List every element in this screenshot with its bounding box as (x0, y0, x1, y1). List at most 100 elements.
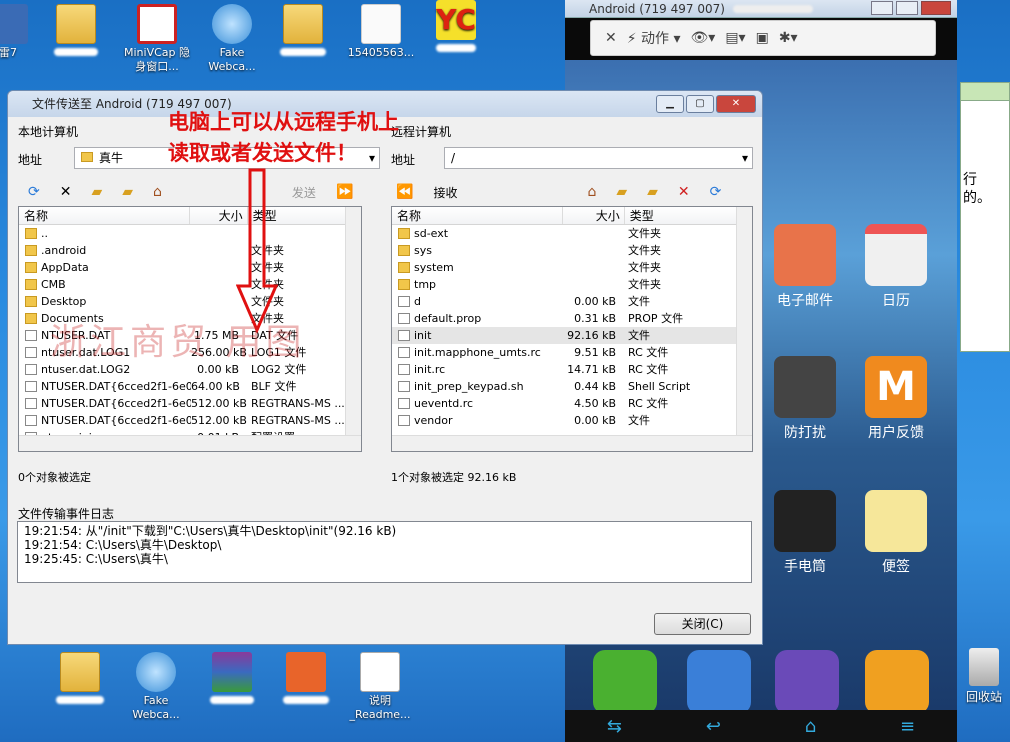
dock-contacts-icon[interactable] (687, 650, 751, 714)
app-flashlight[interactable]: 手电筒 (765, 490, 845, 576)
column-size[interactable]: 大小 (563, 207, 625, 224)
dock-browser-icon[interactable] (775, 650, 839, 714)
file-row[interactable]: d 0.00 kB 文件 (392, 293, 752, 310)
desktop-icon-image[interactable]: 15405563... (345, 4, 417, 60)
file-row[interactable]: tmp 文件夹 (392, 276, 752, 293)
desktop-icon-fake-webcam-2[interactable]: Fake Webca... (120, 652, 192, 722)
desktop-icon-label: 说明 _Readme... (349, 694, 411, 721)
folder-icon (25, 262, 37, 273)
file-row[interactable]: ueventd.rc 4.50 kB RC 文件 (392, 395, 752, 412)
file-row[interactable]: vendor 0.00 kB 文件 (392, 412, 752, 429)
close-icon[interactable] (921, 1, 951, 15)
scrollbar[interactable] (345, 207, 361, 451)
desktop-icon-fake-webcam[interactable]: Fake Webca... (196, 4, 268, 74)
file-row[interactable]: init.mapphone_umts.rc 9.51 kB RC 文件 (392, 344, 752, 361)
delete-icon[interactable]: ✕ (60, 184, 72, 200)
file-row[interactable]: sd-ext 文件夹 (392, 225, 752, 242)
file-row[interactable]: init_prep_keypad.sh 0.44 kB Shell Script (392, 378, 752, 395)
minimize-icon[interactable] (871, 1, 893, 15)
file-name: CMB (41, 278, 66, 291)
file-row[interactable]: default.prop 0.31 kB PROP 文件 (392, 310, 752, 327)
file-row[interactable]: Desktop 文件夹 (19, 293, 361, 310)
file-type: REGTRANS-MS ... (251, 397, 345, 410)
folder-up-icon[interactable]: ▰ (122, 184, 133, 200)
new-folder-icon[interactable]: ▰ (91, 184, 102, 200)
dock-phone-icon[interactable] (593, 650, 657, 714)
close-icon[interactable]: ✕ (716, 95, 756, 113)
desktop-icon-yc[interactable]: YC (420, 0, 492, 56)
new-folder-icon[interactable]: ▰ (647, 184, 658, 200)
desktop-icon-slides[interactable] (270, 652, 342, 708)
file-icon (398, 398, 410, 409)
view-icon[interactable]: 👁▾ (691, 30, 716, 46)
maximize-icon[interactable]: ▢ (686, 95, 714, 113)
file-row[interactable]: .android 文件夹 (19, 242, 361, 259)
close-session-icon[interactable]: ✕ (605, 30, 617, 46)
desktop-icon-folder-bottom[interactable] (44, 652, 116, 708)
home-icon[interactable]: ⌂ (805, 716, 816, 737)
folder-icon (398, 228, 410, 239)
remote-toolbar: ✕ ⚡ 动作 ▾ 👁▾ ▤▾ ▣ ✱▾ (590, 20, 936, 56)
files-icon[interactable]: ▣ (756, 30, 769, 46)
send-arrow-icon[interactable]: ⏩ (336, 184, 353, 200)
desktop-icon-2[interactable] (40, 4, 112, 60)
receive-arrow-icon[interactable]: ⏪ (396, 184, 413, 200)
desktop-icon-1[interactable]: 雷7 (0, 4, 44, 60)
column-name[interactable]: 名称 (392, 207, 564, 224)
desktop-icon-5[interactable] (267, 4, 339, 60)
app-notes[interactable]: 便签 (856, 490, 936, 576)
remote-address-field[interactable]: / ▾ (444, 147, 753, 169)
app-feedback[interactable]: M 用户反馈 (856, 356, 936, 442)
recycle-bin[interactable]: 回收站 (962, 648, 1006, 705)
refresh-icon[interactable]: ⟳ (710, 184, 722, 200)
remote-file-list[interactable]: 名称 大小 类型 sd-ext 文件夹 sys 文件夹 system 文件夹 tmp 文件夹 d… (391, 206, 753, 452)
remote-computer-label: 远程计算机 (391, 125, 452, 139)
desktop-icon-readme[interactable]: 说明 _Readme... (344, 652, 416, 722)
home-icon[interactable]: ⌂ (587, 184, 596, 200)
chat-icon[interactable]: ▤▾ (725, 30, 745, 46)
receive-button[interactable]: 接收 (433, 184, 457, 201)
file-row[interactable]: sys 文件夹 (392, 242, 752, 259)
file-row[interactable]: NTUSER.DAT{6cced2f1-6e0... 64.00 kB BLF 文件 (19, 378, 361, 395)
file-row[interactable]: init 92.16 kB 文件 (392, 327, 752, 344)
chevron-down-icon[interactable]: ▾ (742, 148, 748, 168)
back-icon[interactable]: ↩ (706, 716, 721, 737)
file-icon (398, 313, 410, 324)
column-name[interactable]: 名称 (19, 207, 190, 224)
menu-icon[interactable]: ≡ (900, 716, 915, 737)
minimize-icon[interactable]: ▁ (656, 95, 684, 113)
refresh-icon[interactable]: ⟳ (28, 184, 40, 200)
app-calendar[interactable]: 日历 (856, 224, 936, 310)
file-size: 9.51 kB (574, 346, 616, 359)
file-row[interactable]: CMB 文件夹 (19, 276, 361, 293)
transfer-log[interactable]: 19:21:54: 从"/init"下载到"C:\Users\真牛\Deskto… (17, 521, 752, 583)
desktop-icon-minivcap[interactable]: MiniVCap 隐身窗口... (121, 4, 193, 74)
home-icon[interactable]: ⌂ (153, 184, 162, 200)
log-title: 文件传输事件日志 (18, 507, 115, 521)
file-icon (25, 330, 37, 341)
file-row[interactable]: AppData 文件夹 (19, 259, 361, 276)
settings-icon[interactable]: ✱▾ (779, 30, 798, 46)
file-row[interactable]: init.rc 14.71 kB RC 文件 (392, 361, 752, 378)
feedback-icon: M (865, 356, 927, 418)
file-row[interactable]: .. (19, 225, 361, 242)
desktop-icon-winrar[interactable] (196, 652, 268, 708)
send-button[interactable]: 发送 (292, 184, 316, 201)
close-button[interactable]: 关闭(C) (654, 613, 751, 635)
file-row[interactable]: NTUSER.DAT{6cced2f1-6e0... 512.00 kB REGTR… (19, 412, 361, 429)
app-do-not-disturb[interactable]: 防打扰 (765, 356, 845, 442)
delete-icon[interactable]: ✕ (678, 184, 690, 200)
scrollbar[interactable] (392, 435, 752, 451)
scrollbar[interactable] (19, 435, 361, 451)
file-row[interactable]: system 文件夹 (392, 259, 752, 276)
folder-up-icon[interactable]: ▰ (616, 184, 627, 200)
scrollbar[interactable] (736, 207, 752, 451)
column-type[interactable]: 类型 (625, 207, 752, 224)
dock-messages-icon[interactable] (865, 650, 929, 714)
teamviewer-icon[interactable]: ⇆ (607, 716, 622, 737)
file-row[interactable]: NTUSER.DAT{6cced2f1-6e0... 512.00 kB REGTR… (19, 395, 361, 412)
file-name: tmp (414, 278, 437, 291)
app-email[interactable]: 电子邮件 (765, 224, 845, 310)
action-menu[interactable]: ⚡ 动作 ▾ (627, 28, 681, 48)
maximize-icon[interactable] (896, 1, 918, 15)
